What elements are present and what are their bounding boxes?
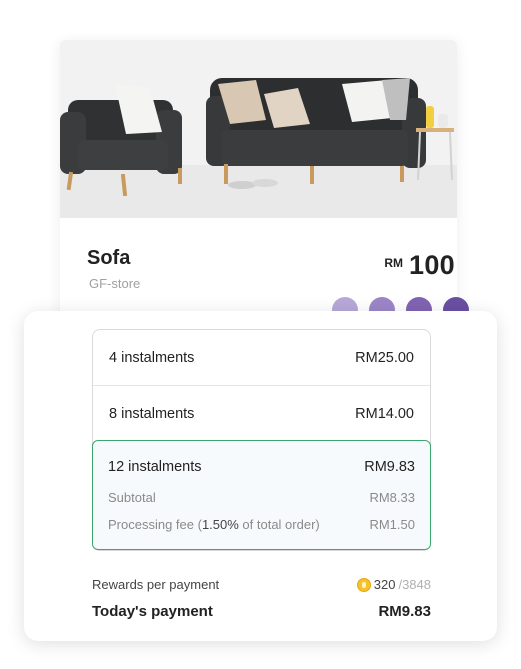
instalment-option-8[interactable]: 8 instalments RM14.00 <box>93 386 430 441</box>
today-payment-label: Today's payment <box>92 603 213 620</box>
subtotal-value: RM8.33 <box>369 490 415 505</box>
price-amount: 100 <box>409 250 455 280</box>
processing-fee-row: Processing fee (1.50% of total order) RM… <box>108 517 415 532</box>
instalment-amount: RM14.00 <box>355 405 414 422</box>
instalment-label: 12 instalments <box>108 459 202 475</box>
selected-header: 12 instalments RM9.83 <box>108 459 415 475</box>
today-payment-value: RM9.83 <box>378 603 431 620</box>
rewards-current: 320 <box>373 577 396 592</box>
instalment-label: 4 instalments <box>109 349 195 366</box>
rewards-label: Rewards per payment <box>92 577 220 592</box>
processing-fee-label: Processing fee (1.50% of total order) <box>108 517 320 532</box>
fee-rate: 1.50% <box>201 517 239 532</box>
subtotal-row: Subtotal RM8.33 <box>108 490 415 505</box>
product-image <box>60 40 457 218</box>
today-payment-row: Today's payment RM9.83 <box>92 603 431 620</box>
instalment-option-4[interactable]: 4 instalments RM25.00 <box>93 330 430 385</box>
payment-panel: 4 instalments RM25.00 8 instalments RM14… <box>24 311 497 641</box>
instalment-amount: RM25.00 <box>355 349 414 366</box>
price-currency: RM <box>384 256 404 270</box>
rewards-points: 320/3848 <box>356 577 431 592</box>
store-name: GF-store <box>89 276 141 291</box>
processing-fee-value: RM1.50 <box>369 517 415 532</box>
fee-label-prefix: Processing fee ( <box>108 517 202 532</box>
instalment-options: 4 instalments RM25.00 8 instalments RM14… <box>92 329 431 551</box>
instalment-label: 8 instalments <box>109 405 195 422</box>
rewards-row: Rewards per payment 320/3848 <box>92 577 431 592</box>
product-card[interactable]: Sofa GF-store RM 100 <box>60 40 457 330</box>
product-price: RM 100 <box>384 250 455 281</box>
product-name: Sofa <box>87 247 131 269</box>
rewards-total: /3848 <box>398 577 431 592</box>
fee-label-suffix: of total order) <box>238 517 320 532</box>
instalment-amount: RM9.83 <box>364 459 415 475</box>
instalment-option-12-selected[interactable]: 12 instalments RM9.83 Subtotal RM8.33 Pr… <box>92 440 431 550</box>
subtotal-label: Subtotal <box>108 490 156 505</box>
coin-icon <box>356 577 371 592</box>
